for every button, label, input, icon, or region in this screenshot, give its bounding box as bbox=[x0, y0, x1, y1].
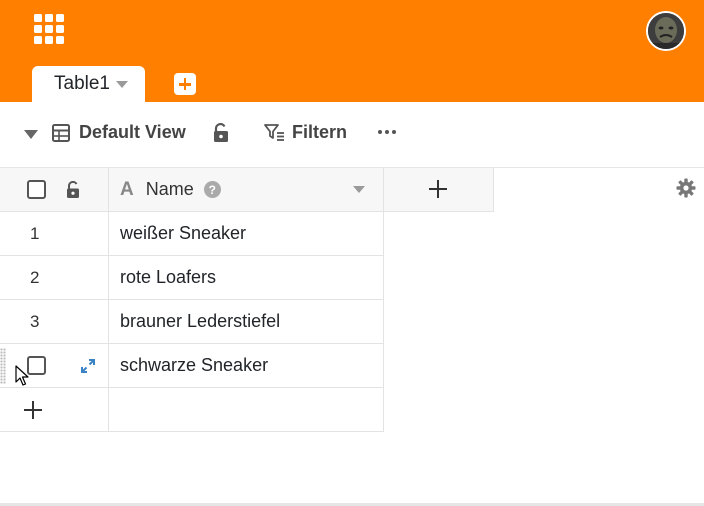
filter-label: Filtern bbox=[292, 122, 348, 142]
select-all-checkbox[interactable] bbox=[27, 180, 46, 199]
view-selector[interactable]: Default View bbox=[52, 122, 186, 143]
table-row[interactable]: 1 weißer Sneaker bbox=[0, 212, 384, 256]
expand-row-icon[interactable] bbox=[80, 358, 96, 374]
grid-apps-icon[interactable] bbox=[34, 14, 64, 44]
drag-handle-icon[interactable] bbox=[0, 348, 6, 384]
row-select-cell bbox=[0, 344, 109, 388]
row-index: 2 bbox=[0, 256, 109, 300]
table-row[interactable]: 2 rote Loafers bbox=[0, 256, 384, 300]
tab-table1[interactable]: Table1 bbox=[32, 66, 145, 102]
row-index: 3 bbox=[0, 300, 109, 344]
chevron-down-icon[interactable] bbox=[116, 80, 128, 88]
name-cell[interactable]: weißer Sneaker bbox=[109, 212, 384, 256]
add-row-cell[interactable] bbox=[109, 388, 384, 432]
table-row[interactable]: schwarze Sneaker bbox=[0, 344, 384, 388]
view-toolbar: Default View Filtern bbox=[0, 102, 704, 168]
table-icon bbox=[52, 123, 70, 142]
table-header-row: A Name ? bbox=[0, 168, 494, 212]
more-horizontal-icon[interactable] bbox=[378, 124, 396, 140]
app-header: Table1 bbox=[0, 0, 704, 102]
user-avatar[interactable] bbox=[646, 11, 686, 51]
add-table-icon[interactable] bbox=[174, 73, 196, 95]
plus-icon bbox=[24, 401, 42, 419]
add-row[interactable] bbox=[0, 388, 384, 432]
name-cell[interactable]: schwarze Sneaker bbox=[109, 344, 384, 388]
plus-icon bbox=[429, 180, 447, 198]
add-column-button[interactable] bbox=[384, 168, 494, 212]
row-index: 1 bbox=[0, 212, 109, 256]
tab-label: Table1 bbox=[54, 73, 110, 94]
help-icon[interactable]: ? bbox=[203, 181, 221, 198]
name-cell[interactable]: rote Loafers bbox=[109, 256, 384, 300]
filter-button[interactable]: Filtern bbox=[264, 122, 347, 143]
table-row[interactable]: 3 brauner Lederstiefel bbox=[0, 300, 384, 344]
add-row-button[interactable] bbox=[0, 388, 109, 432]
view-label: Default View bbox=[79, 122, 186, 142]
name-cell[interactable]: brauner Lederstiefel bbox=[109, 300, 384, 344]
filter-icon bbox=[264, 123, 284, 141]
caret-down-icon[interactable] bbox=[24, 130, 38, 139]
select-all-cell bbox=[0, 168, 109, 212]
column-header-name[interactable]: A Name ? bbox=[109, 168, 384, 212]
unlock-icon[interactable] bbox=[212, 122, 230, 148]
text-type-icon: A bbox=[120, 178, 134, 200]
unlock-icon[interactable] bbox=[65, 180, 81, 199]
gear-icon[interactable] bbox=[676, 178, 696, 198]
chevron-down-icon[interactable] bbox=[353, 186, 365, 193]
column-name-label: Name bbox=[145, 179, 194, 199]
row-checkbox[interactable] bbox=[27, 356, 46, 375]
